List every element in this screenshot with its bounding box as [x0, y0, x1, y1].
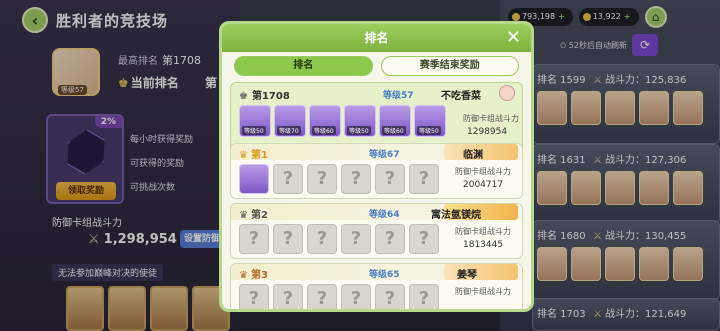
hidden-slot: ?	[409, 164, 439, 194]
hidden-slot: ?	[409, 284, 439, 309]
my-level: 等级57	[383, 91, 414, 101]
defense-power-label: 防御卡组战斗力	[455, 287, 511, 296]
entry-level: 等级67	[369, 150, 400, 160]
character-card[interactable]: 等级60	[309, 105, 341, 137]
entry-level: 等级65	[369, 270, 400, 280]
modal-header: 排名 ✕	[222, 24, 531, 52]
defense-power-value: 1298954	[467, 127, 508, 137]
entry-name: 寓法氩镁烷	[431, 210, 481, 221]
modal-title: 排名	[364, 31, 389, 45]
defense-power-label: 防御卡组战斗力	[463, 114, 519, 123]
entry-team: ? ? ? ? ? ?	[239, 224, 439, 254]
tab-ranking[interactable]: 排名	[234, 56, 373, 76]
hidden-slot: ?	[307, 224, 337, 254]
entry-name: 临渊	[463, 150, 483, 161]
close-button[interactable]: ✕	[506, 24, 521, 52]
entry-team: ? ? ? ? ?	[239, 164, 439, 194]
character-card[interactable]: 等级50	[414, 105, 446, 137]
hidden-slot: ?	[239, 284, 269, 309]
defense-power-value: 2004717	[463, 180, 504, 190]
character-card[interactable]: 等级50	[344, 105, 376, 137]
entry-rank: ♛ 第1	[239, 146, 268, 161]
entry-rank-value: 第1	[250, 150, 268, 161]
entry-team: ? ? ? ? ? ?	[239, 284, 439, 309]
entry-rank-value: 第3	[250, 270, 268, 281]
entry-rank: ♛ 第2	[239, 206, 268, 221]
hidden-slot: ?	[375, 164, 405, 194]
character-level: 等级60	[312, 126, 336, 135]
gold-crown-icon: ♛	[239, 150, 248, 161]
hidden-slot: ?	[273, 284, 303, 309]
ranking-entry[interactable]: ♛ 第2 等级64 寓法氩镁烷 ? ? ? ? ? ? 防御卡组战斗力 18134…	[230, 203, 523, 259]
character-card[interactable]: 等级60	[379, 105, 411, 137]
avatar	[499, 85, 515, 101]
character-level: 等级50	[347, 126, 371, 135]
hidden-slot: ?	[307, 164, 337, 194]
ranking-entry[interactable]: ♛ 第3 等级65 姜琴 ? ? ? ? ? ? 防御卡组战斗力	[230, 263, 523, 309]
hidden-slot: ?	[239, 224, 269, 254]
modal-tabs: 排名 赛季结束奖励	[222, 52, 531, 76]
tab-season-rewards[interactable]: 赛季结束奖励	[380, 56, 519, 76]
defense-power-value: 1813445	[463, 240, 504, 250]
ranking-modal: 排名 ✕ 排名 赛季结束奖励 ♚ 第1708 等级57 不吃香菜 等级50 等级7…	[219, 21, 534, 312]
hidden-slot: ?	[307, 284, 337, 309]
defense-power-label: 防御卡组战斗力	[455, 227, 511, 236]
my-ranking-entry: ♚ 第1708 等级57 不吃香菜 等级50 等级70 等级60 等级50 等级6…	[230, 82, 523, 152]
ranking-list[interactable]: ♛ 第1 等级67 临渊 ? ? ? ? ? 防御卡组战斗力 2004717 ♛ 第…	[230, 143, 523, 309]
entry-rank: ♛ 第3	[239, 266, 268, 281]
hidden-slot: ?	[375, 284, 405, 309]
my-name: 不吃香菜	[441, 91, 481, 102]
entry-name: 姜琴	[457, 270, 477, 281]
hidden-slot: ?	[273, 164, 303, 194]
name-banner	[444, 264, 518, 280]
hidden-slot: ?	[409, 224, 439, 254]
hidden-slot: ?	[341, 284, 371, 309]
character-level: 等级50	[242, 126, 266, 135]
character-card[interactable]: 等级50	[239, 105, 271, 137]
my-rank-value: 第1708	[251, 91, 290, 102]
hidden-slot: ?	[341, 224, 371, 254]
ranking-entry[interactable]: ♛ 第1 等级67 临渊 ? ? ? ? ? 防御卡组战斗力 2004717	[230, 143, 523, 199]
close-icon: ✕	[505, 27, 521, 48]
character-level: 等级70	[277, 126, 301, 135]
hidden-slot: ?	[273, 224, 303, 254]
bronze-crown-icon: ♛	[239, 270, 248, 281]
entry-level: 等级64	[369, 210, 400, 220]
my-rank: ♚ 第1708	[239, 87, 290, 102]
character-level: 等级60	[382, 126, 406, 135]
crown-icon: ♚	[239, 91, 248, 102]
my-team: 等级50 等级70 等级60 等级50 等级60 等级50	[239, 105, 446, 137]
character-level: 等级50	[417, 126, 441, 135]
defense-power-label: 防御卡组战斗力	[455, 167, 511, 176]
hidden-slot: ?	[341, 164, 371, 194]
silver-crown-icon: ♛	[239, 210, 248, 221]
character-card[interactable]	[239, 164, 269, 194]
hidden-slot: ?	[375, 224, 405, 254]
entry-rank-value: 第2	[250, 210, 268, 221]
character-card[interactable]: 等级70	[274, 105, 306, 137]
